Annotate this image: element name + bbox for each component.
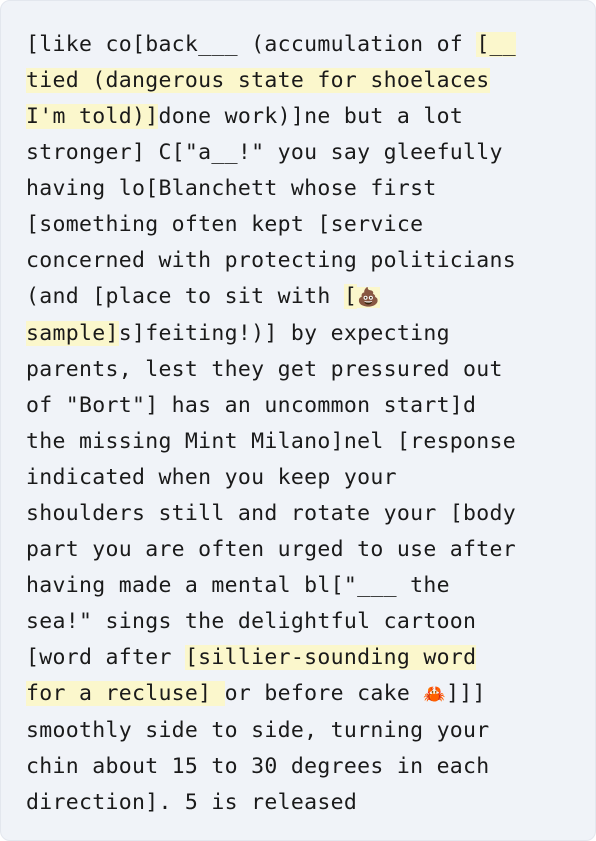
text-line: sample]s]feiting!)] by expecting (26, 316, 586, 352)
text-card: [like co[back___ (accumulation of [__tie… (0, 0, 596, 841)
text-line: [word after [sillier-sounding word (26, 640, 586, 676)
highlighted-text: sample] (26, 321, 119, 346)
text-segment: (and [place to sit with (26, 284, 344, 309)
text-segment: ]]] (446, 681, 486, 706)
highlighted-text: tied (dangerous state for shoelaces (26, 68, 490, 93)
text-segment: [something often kept [service (26, 212, 424, 237)
crab-emoji-icon: 🦀 (423, 684, 447, 705)
text-segment: concerned with protecting politicians (26, 248, 517, 273)
text-line: sea!" sings the delightful cartoon (26, 604, 586, 640)
text-line: of "Bort"] has an uncommon start]d (26, 388, 586, 424)
highlighted-text: [ (343, 284, 358, 309)
text-segment: having made a mental bl["___ the (26, 573, 450, 598)
text-segment: having lo[Blanchett whose first (26, 176, 437, 201)
text-line: the missing Mint Milano]nel [response (26, 424, 586, 460)
text-segment: or before cake (224, 681, 424, 706)
text-segment: [like co[back___ (accumulation of (26, 32, 477, 57)
text-line: tied (dangerous state for shoelaces (26, 63, 586, 99)
text-segment: stronger] C["a__!" you say gleefully (26, 140, 503, 165)
text-segment: s]feiting!)] by expecting (118, 321, 450, 346)
text-line: I'm told)]done work)]ne but a lot (26, 99, 586, 135)
text-line: having made a mental bl["___ the (26, 568, 586, 604)
text-segment: of "Bort"] has an uncommon start]d (26, 393, 477, 418)
text-line: having lo[Blanchett whose first (26, 171, 586, 207)
highlighted-text: for a recluse] (26, 681, 225, 706)
text-line: for a recluse] or before cake 🦀]]] (26, 676, 586, 713)
text-segment: chin about 15 to 30 degrees in each (26, 754, 490, 779)
highlighted-text: [sillier-sounding word (184, 645, 477, 670)
text-line: [something often kept [service (26, 207, 586, 243)
text-line: shoulders still and rotate your [body (26, 496, 586, 532)
text-segment: sea!" sings the delightful cartoon (26, 609, 477, 634)
text-line: parents, lest they get pressured out (26, 352, 586, 388)
text-line: [like co[back___ (accumulation of [__ (26, 27, 586, 63)
text-segment: indicated when you keep your (26, 465, 397, 490)
text-segment: smoothly side to side, turning your (26, 718, 490, 743)
text-line: indicated when you keep your (26, 460, 586, 496)
highlighted-text: I'm told)] (26, 104, 159, 129)
text-line: direction]. 5 is released (26, 785, 586, 821)
text-line: smoothly side to side, turning your (26, 713, 586, 749)
text-segment: part you are often urged to use after (26, 537, 517, 562)
text-segment: direction]. 5 is released (26, 790, 358, 815)
text-line: (and [place to sit with [💩 (26, 279, 586, 316)
highlighted-text: [__ (476, 32, 517, 57)
text-segment: done work)]ne but a lot (158, 104, 464, 129)
text-segment: the missing Mint Milano]nel [response (26, 429, 517, 454)
text-segment: shoulders still and rotate your [body (26, 501, 517, 526)
poop-emoji-icon: 💩 (357, 287, 380, 308)
text-segment: parents, lest they get pressured out (26, 357, 503, 382)
nested-clue-text: [like co[back___ (accumulation of [__tie… (26, 27, 586, 821)
text-line: stronger] C["a__!" you say gleefully (26, 135, 586, 171)
text-line: concerned with protecting politicians (26, 243, 586, 279)
text-line: part you are often urged to use after (26, 532, 586, 568)
text-segment: [word after (26, 645, 185, 670)
text-line: chin about 15 to 30 degrees in each (26, 749, 586, 785)
